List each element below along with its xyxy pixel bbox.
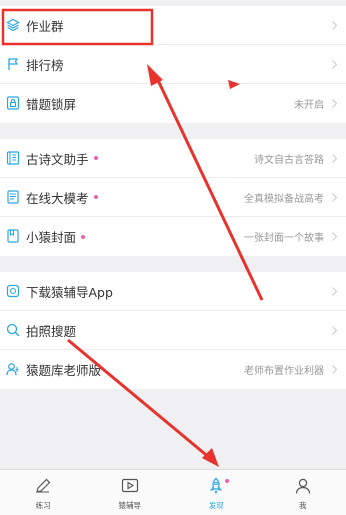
pencil-icon	[36, 478, 51, 493]
menu-item-online-mock-exam[interactable]: 在线大模考 全真模拟备战高考	[0, 178, 346, 217]
chevron-right-icon	[332, 326, 337, 335]
chevron-right-icon	[332, 99, 337, 108]
new-badge-dot	[93, 195, 98, 199]
menu-item-label: 排行榜	[26, 57, 64, 73]
lock-screen-icon	[6, 96, 20, 110]
new-badge-dot	[225, 479, 229, 483]
chevron-right-icon	[332, 21, 337, 30]
menu-item-homework-group[interactable]: 作业群	[0, 6, 346, 45]
book-icon	[6, 151, 20, 165]
tab-label: 我	[299, 501, 307, 510]
person-icon	[295, 478, 310, 494]
new-badge-dot	[81, 234, 86, 239]
status-text: 未开启	[294, 100, 324, 111]
bottom-tab-bar: 练习 猿辅导 发现 我	[0, 469, 346, 515]
chevron-right-icon	[332, 232, 337, 241]
search-icon	[6, 323, 20, 337]
tab-practice[interactable]: 练习	[0, 470, 87, 515]
layers-icon	[6, 18, 20, 32]
tab-me[interactable]: 我	[260, 470, 346, 515]
settings-group-3: 下载猿辅导App 拍照搜题 猿题库老师版 老师布置作业利器	[0, 272, 346, 389]
settings-group-2: 古诗文助手 诗文自古言答路 在线大模考 全真模拟备战高考 小猿封面 一张封面一个…	[0, 139, 346, 256]
menu-item-wrong-question-lock[interactable]: 错题锁屏 未开启	[0, 84, 346, 123]
app-download-icon	[6, 284, 20, 298]
tab-label: 练习	[35, 501, 51, 510]
chevron-right-icon	[332, 154, 337, 163]
menu-item-subtitle: 一张封面一个故事	[244, 233, 324, 244]
menu-item-label: 在线大模考	[26, 190, 89, 206]
cover-icon	[7, 229, 19, 243]
menu-item-label: 古诗文助手	[26, 151, 89, 167]
menu-item-teacher-edition[interactable]: 猿题库老师版 老师布置作业利器	[0, 350, 346, 389]
chevron-right-icon	[332, 287, 337, 296]
chevron-right-icon	[332, 193, 337, 202]
menu-item-ape-cover[interactable]: 小猿封面 一张封面一个故事	[0, 217, 346, 256]
arrow-head-down	[202, 448, 219, 467]
menu-item-label: 拍照搜题	[26, 323, 77, 339]
menu-item-label: 下载猿辅导App	[26, 284, 113, 300]
menu-item-classical-poetry[interactable]: 古诗文助手 诗文自古言答路	[0, 139, 346, 178]
flag-icon	[8, 58, 19, 70]
menu-item-leaderboard[interactable]: 排行榜	[0, 45, 346, 84]
exam-paper-icon	[7, 190, 19, 204]
menu-item-subtitle: 全真模拟备战高考	[244, 193, 324, 205]
new-badge-dot	[93, 156, 98, 160]
menu-item-photo-search[interactable]: 拍照搜题	[0, 311, 346, 350]
menu-item-label: 猿题库老师版	[26, 363, 102, 378]
menu-item-download-app[interactable]: 下载猿辅导App	[0, 272, 346, 311]
rocket-icon	[210, 477, 223, 495]
teacher-icon	[6, 363, 19, 376]
menu-item-label: 错题锁屏	[26, 97, 77, 112]
chevron-right-icon	[332, 365, 337, 374]
tab-discover[interactable]: 发现	[173, 470, 260, 515]
menu-item-label: 作业群	[26, 18, 64, 34]
menu-item-subtitle: 诗文自古言答路	[254, 154, 324, 166]
chevron-right-icon	[332, 60, 337, 69]
settings-group-1: 作业群 排行榜 错题锁屏 未开启	[0, 6, 346, 123]
tab-label: 猿辅导	[118, 501, 142, 510]
tab-label: 发现	[208, 501, 224, 510]
video-icon	[121, 478, 138, 493]
tab-yuanfudao[interactable]: 猿辅导	[87, 470, 174, 515]
menu-item-label: 小猿封面	[26, 230, 77, 245]
menu-item-subtitle: 老师布置作业利器	[244, 366, 324, 377]
